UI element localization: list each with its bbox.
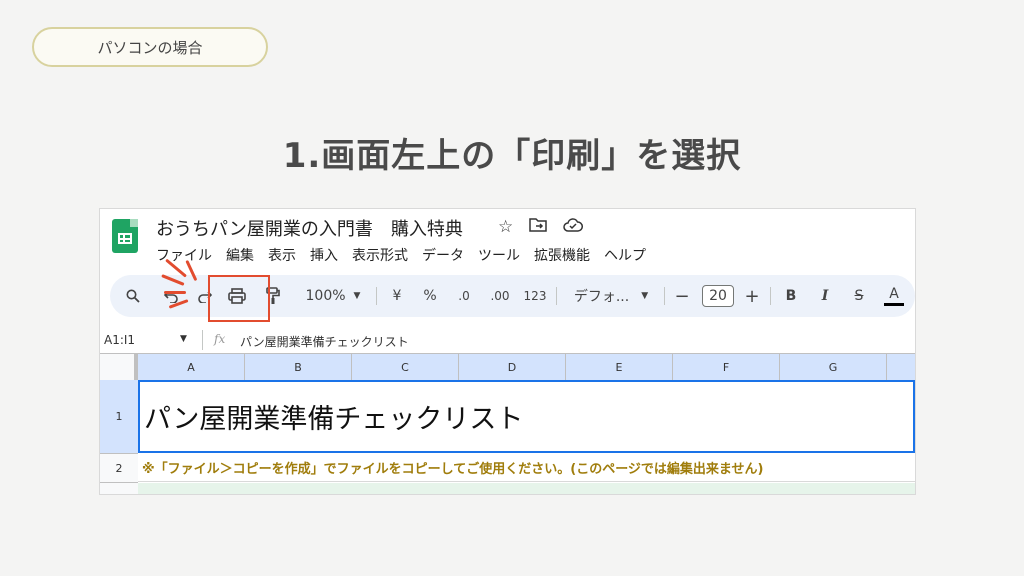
page-heading: 1.画面左上の「印刷」を選択 (282, 136, 742, 176)
chevron-down-icon: ▼ (641, 291, 649, 301)
folder-move-icon[interactable] (529, 217, 547, 237)
cloud-icon[interactable] (563, 217, 584, 237)
search-icon[interactable] (120, 275, 146, 317)
document-title[interactable]: おうちパン屋開業の入門書 購入特典 (156, 215, 463, 241)
toolbar-divider (664, 287, 665, 305)
increase-decimal-button[interactable]: .00 (484, 275, 516, 317)
column-header-d[interactable]: D (459, 354, 566, 380)
row-header-1[interactable]: 1 (100, 380, 138, 454)
menu-bar: ファイル 編集 表示 挿入 表示形式 データ ツール 拡張機能 ヘルプ (156, 245, 646, 265)
font-size-value: 20 (702, 285, 734, 307)
strikethrough-button[interactable]: S (848, 275, 870, 317)
formula-bar: A1:I1 ▼ fx パン屋開業準備チェックリスト (100, 327, 915, 353)
chevron-down-icon: ▼ (353, 291, 361, 301)
row-header-3[interactable] (100, 483, 138, 494)
font-size-input[interactable]: 20 (700, 275, 736, 317)
font-size-decrease-button[interactable]: − (672, 275, 692, 317)
menu-file[interactable]: ファイル (156, 245, 212, 265)
menu-data[interactable]: データ (422, 245, 464, 265)
emphasis-ray (164, 291, 186, 294)
menu-tools[interactable]: ツール (478, 245, 520, 265)
column-header-a[interactable]: A (138, 354, 245, 380)
row-3-cells[interactable] (138, 483, 915, 494)
font-value: デフォ... (573, 289, 630, 305)
toolbar-divider (770, 287, 771, 305)
font-size-increase-button[interactable]: + (742, 275, 762, 317)
text-color-swatch (884, 303, 904, 306)
chevron-down-icon[interactable]: ▼ (180, 334, 187, 344)
cell-a1-merged[interactable]: パン屋開業準備チェックリスト (138, 380, 915, 453)
star-icon[interactable]: ☆ (498, 217, 513, 237)
column-header-e[interactable]: E (566, 354, 673, 380)
toolbar-divider (376, 287, 377, 305)
column-header-row: A B C D E F G (100, 353, 915, 381)
menu-edit[interactable]: 編集 (226, 245, 254, 265)
spreadsheet-screenshot: おうちパン屋開業の入門書 購入特典 ☆ ファイル 編集 表示 挿入 表示形式 デ… (99, 208, 916, 495)
menu-insert[interactable]: 挿入 (310, 245, 338, 265)
column-header-c[interactable]: C (352, 354, 459, 380)
text-color-letter: A (889, 286, 899, 302)
name-box[interactable]: A1:I1 (104, 333, 135, 347)
formula-divider (202, 330, 203, 350)
currency-button[interactable]: ¥ (386, 275, 408, 317)
column-header-g[interactable]: G (780, 354, 887, 380)
zoom-select[interactable]: 100% ▼ (298, 275, 368, 317)
menu-help[interactable]: ヘルプ (604, 245, 646, 265)
text-color-button[interactable]: A (882, 275, 906, 317)
font-select[interactable]: デフォ... ▼ (566, 275, 656, 317)
zoom-value: 100% (305, 288, 346, 304)
print-highlight-box (208, 275, 270, 322)
number-format-button[interactable]: 123 (520, 275, 550, 317)
menu-format[interactable]: 表示形式 (352, 245, 408, 265)
column-header-f[interactable]: F (673, 354, 780, 380)
select-all-corner[interactable] (100, 354, 138, 380)
column-header-b[interactable]: B (245, 354, 352, 380)
formula-input[interactable]: パン屋開業準備チェックリスト (240, 333, 409, 350)
toolbar-divider (556, 287, 557, 305)
section-badge-label: パソコンの場合 (97, 38, 203, 57)
percent-button[interactable]: % (418, 275, 442, 317)
sheets-logo-icon[interactable] (112, 219, 138, 253)
fx-icon: fx (214, 332, 226, 346)
decrease-decimal-button[interactable]: .0 (450, 275, 478, 317)
menu-extensions[interactable]: 拡張機能 (534, 245, 590, 265)
italic-button[interactable]: I (814, 275, 836, 317)
cell-a2[interactable]: ※「ファイル＞コピーを作成」でファイルをコピーしてご使用ください。(このページで… (138, 454, 915, 482)
row-header-2[interactable]: 2 (100, 454, 138, 483)
bold-button[interactable]: B (780, 275, 802, 317)
section-badge: パソコンの場合 (32, 27, 268, 67)
menu-view[interactable]: 表示 (268, 245, 296, 265)
